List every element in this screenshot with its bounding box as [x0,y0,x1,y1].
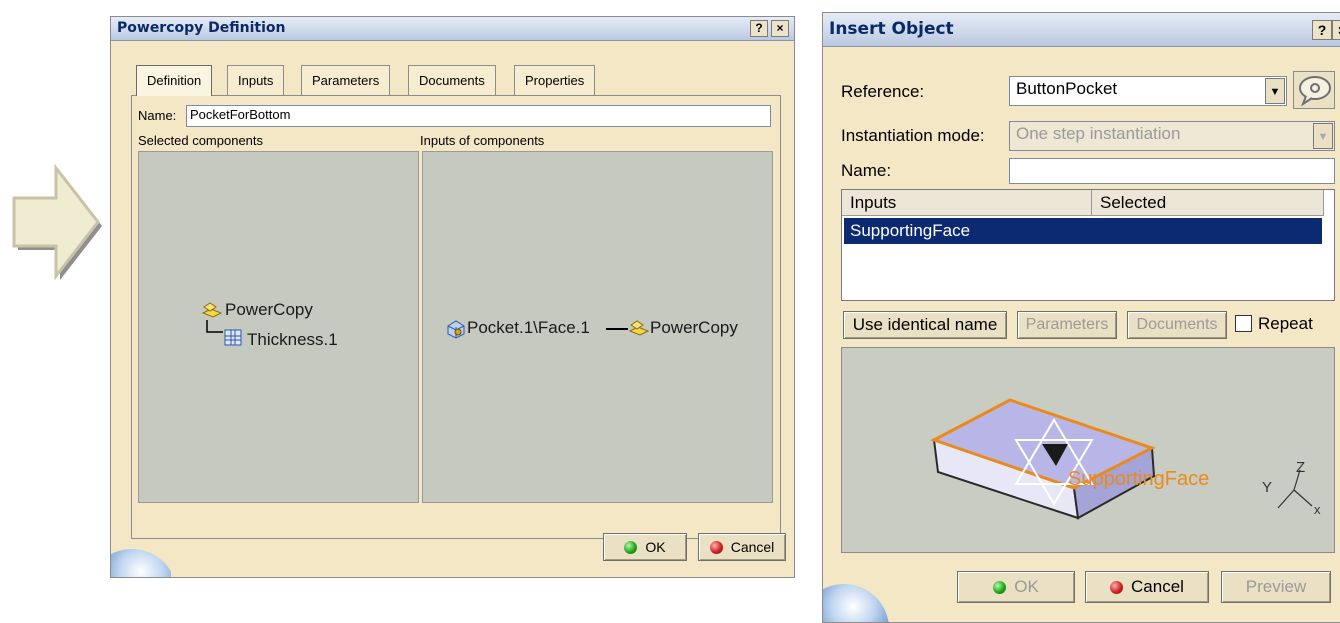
instantiation-mode-value: One step instantiation [1016,124,1181,143]
ok-dot-icon [624,541,638,554]
insert-object-window: Insert Object ? × Reference: ButtonPocke… [822,12,1340,623]
pocket-model-3d: SupportingFace Y Z x [930,398,1321,520]
reference-label: Reference: [841,82,925,101]
window-title: Powercopy Definition [117,20,286,36]
reference-value: ButtonPocket [1016,79,1118,98]
close-button[interactable]: × [771,20,789,37]
cancel-dot-icon [709,541,723,554]
thickness-icon [224,329,242,346]
cancel-dot-icon [1110,581,1124,594]
ok-label: OK [645,539,666,555]
globe-logo-icon [111,543,171,577]
input-source-label[interactable]: Pocket.1\Face.1 [467,318,590,338]
tab-inputs[interactable]: Inputs [227,65,285,95]
axis-x-label: x [1314,502,1321,517]
chevron-down-icon[interactable]: ▼ [1313,123,1333,149]
instantiation-mode-combo[interactable]: One step instantiation ▼ [1009,121,1335,151]
reference-combo[interactable]: ButtonPocket ▼ [1009,76,1287,106]
input-target-label[interactable]: PowerCopy [650,318,738,338]
powercopy-target-icon [628,320,650,336]
arrow-right-icon [12,163,102,281]
cancel-label: Cancel [1131,577,1184,596]
name-field[interactable]: PocketForBottom [186,105,771,127]
speech-bubble-button[interactable] [1293,71,1335,109]
tab-properties[interactable]: Properties [514,65,596,95]
speech-bubble-icon [1299,76,1331,107]
tree-connector [206,320,223,333]
axis-z-label: Z [1296,459,1305,476]
documents-button[interactable]: Documents [1127,311,1227,339]
viewer-face-label: SupportingFace [1068,468,1209,490]
ok-dot-icon [993,581,1007,594]
selected-components-pane[interactable]: PowerCopy Thickness.1 [138,151,419,503]
tree-root-label[interactable]: PowerCopy [225,300,313,320]
compass-axis-icon: Y Z x [1262,459,1321,517]
tree-child-label[interactable]: Thickness.1 [247,330,338,350]
ok-button[interactable]: OK [957,571,1075,603]
tab-documents[interactable]: Documents [408,65,496,95]
window-title: Insert Object [829,19,954,39]
link-line [606,328,628,330]
inputs-of-components-label: Inputs of components [420,133,545,148]
inputs-of-components-pane[interactable]: Pocket.1\Face.1 PowerCopy [422,151,773,503]
table-row[interactable]: SupportingFace [844,218,1322,244]
instantiation-mode-label: Instantiation mode: [841,126,985,145]
use-identical-name-button[interactable]: Use identical name [843,311,1007,339]
cancel-button[interactable]: Cancel [698,533,786,561]
ok-label: OK [1014,577,1039,596]
insert-object-titlebar: Insert Object ? × [823,13,1340,47]
help-button[interactable]: ? [750,20,768,37]
powercopy-titlebar: Powercopy Definition ? × [111,17,794,41]
repeat-label: Repeat [1258,314,1313,333]
tab-definition[interactable]: Definition [136,65,213,96]
pocket-face-icon [447,320,465,339]
preview-viewer[interactable]: SupportingFace Y Z x [841,347,1335,553]
close-button[interactable]: × [1332,20,1340,40]
parameters-button[interactable]: Parameters [1017,311,1117,339]
cancel-button[interactable]: Cancel [1085,571,1209,603]
powercopy-definition-window: Powercopy Definition ? × Definition Inpu… [110,16,795,578]
ok-button[interactable]: OK [603,533,687,561]
chevron-down-icon[interactable]: ▼ [1265,78,1285,104]
inputs-column-header[interactable]: Inputs [842,190,1092,216]
name-label: Name: [841,161,892,180]
cancel-label: Cancel [730,539,775,555]
inputs-table[interactable]: Inputs Selected SupportingFace [841,189,1335,301]
globe-logo-icon [823,578,893,622]
help-button[interactable]: ? [1312,20,1332,40]
preview-button[interactable]: Preview [1221,571,1331,603]
name-field[interactable] [1009,158,1335,184]
repeat-check-box[interactable] [1235,315,1252,332]
axis-y-label: Y [1262,479,1272,496]
selected-column-header[interactable]: Selected [1092,190,1324,216]
name-label: Name: [138,108,177,123]
powercopy-icon [201,302,223,318]
selected-components-label: Selected components [138,133,264,148]
repeat-checkbox[interactable]: Repeat [1235,314,1313,334]
tab-parameters[interactable]: Parameters [301,65,391,95]
